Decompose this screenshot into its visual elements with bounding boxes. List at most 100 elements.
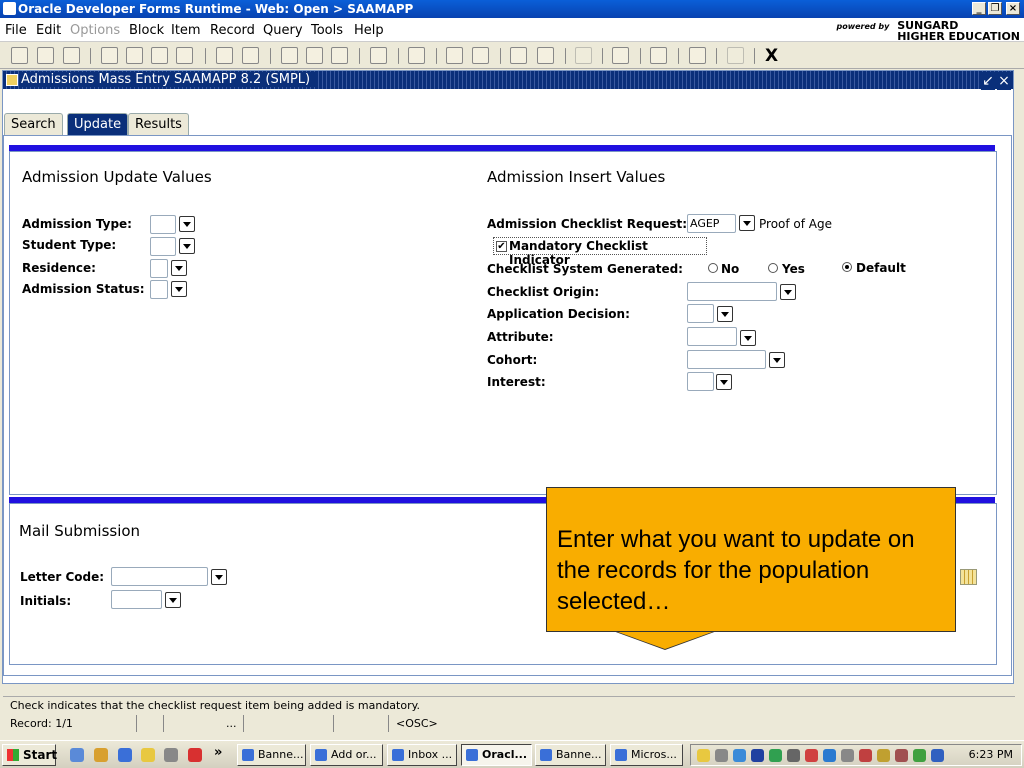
- tray-java-icon[interactable]: [733, 749, 746, 762]
- tray-nvidia-icon[interactable]: [913, 749, 926, 762]
- network-icon[interactable]: [650, 47, 667, 64]
- tray-shield-icon[interactable]: [751, 749, 764, 762]
- application-decision-dropdown[interactable]: [717, 306, 733, 322]
- tray-network-icon[interactable]: [823, 749, 836, 762]
- next-block-icon[interactable]: [176, 47, 193, 64]
- initials-field[interactable]: [111, 590, 162, 609]
- task-microsoft[interactable]: Micros...: [610, 744, 683, 766]
- execute-query-icon[interactable]: [306, 47, 323, 64]
- help-icon[interactable]: [689, 47, 706, 64]
- interest-dropdown[interactable]: [716, 374, 732, 390]
- tray-app-icon[interactable]: [805, 749, 818, 762]
- menu-block[interactable]: Block: [129, 23, 164, 38]
- residence-field[interactable]: [150, 259, 168, 278]
- calendar-icon[interactable]: [960, 569, 977, 585]
- select-icon[interactable]: [101, 47, 118, 64]
- radio-no[interactable]: [708, 263, 718, 273]
- enter-query-icon[interactable]: [281, 47, 298, 64]
- restore-button[interactable]: ❐: [988, 2, 1002, 15]
- tab-update[interactable]: Update: [67, 113, 129, 136]
- student-type-dropdown[interactable]: [179, 238, 195, 254]
- checklist-origin-dropdown[interactable]: [780, 284, 796, 300]
- quicklaunch-ie-icon[interactable]: [70, 748, 84, 762]
- save-icon[interactable]: [11, 47, 28, 64]
- menu-record[interactable]: Record: [210, 23, 255, 38]
- quicklaunch-browser-icon[interactable]: [118, 748, 132, 762]
- speaker-icon[interactable]: [575, 47, 592, 64]
- tray-wireless-icon[interactable]: [841, 749, 854, 762]
- checklist-request-field[interactable]: AGEP: [687, 214, 736, 233]
- tray-x-icon[interactable]: [859, 749, 872, 762]
- radio-default[interactable]: [842, 262, 852, 272]
- form-minimize-icon[interactable]: ↙: [981, 72, 995, 90]
- attribute-field[interactable]: [687, 327, 737, 346]
- checklist-request-dropdown[interactable]: [739, 215, 755, 231]
- menu-item[interactable]: Item: [171, 23, 201, 38]
- tray-monitor-icon[interactable]: [787, 749, 800, 762]
- form-close-icon[interactable]: ×: [997, 72, 1011, 90]
- admission-status-field[interactable]: [150, 280, 168, 299]
- crosshair-icon[interactable]: [612, 47, 629, 64]
- admission-type-field[interactable]: [150, 215, 176, 234]
- insert-record-icon[interactable]: [472, 47, 489, 64]
- previous-block-icon[interactable]: [151, 47, 168, 64]
- interest-field[interactable]: [687, 372, 714, 391]
- student-type-field[interactable]: [150, 237, 176, 256]
- tab-search[interactable]: Search: [4, 113, 63, 136]
- toolbar: [0, 43, 1024, 69]
- quicklaunch-tool-icon[interactable]: [164, 748, 178, 762]
- radio-yes[interactable]: [768, 263, 778, 273]
- task-inbox[interactable]: Inbox ...: [387, 744, 457, 766]
- start-button[interactable]: Start: [2, 744, 57, 766]
- menu-file[interactable]: File: [5, 23, 27, 38]
- tray-people-icon[interactable]: [931, 749, 944, 762]
- residence-dropdown[interactable]: [171, 260, 187, 276]
- task-banner-2[interactable]: Banne...: [535, 744, 606, 766]
- mandatory-checkbox-focus[interactable]: ✔ Mandatory Checklist Indicator: [493, 237, 707, 267]
- menu-query[interactable]: Query: [263, 23, 303, 38]
- insert-row-icon[interactable]: [510, 47, 527, 64]
- menu-options[interactable]: Options: [70, 23, 120, 38]
- attribute-dropdown[interactable]: [740, 330, 756, 346]
- task-banner-1[interactable]: Banne...: [237, 744, 306, 766]
- duplicate-icon[interactable]: [370, 47, 387, 64]
- tray-tool-icon[interactable]: [715, 749, 728, 762]
- exit-button[interactable]: X: [765, 46, 778, 66]
- initials-dropdown[interactable]: [165, 592, 181, 608]
- application-decision-field[interactable]: [687, 304, 714, 323]
- print-form-icon[interactable]: [408, 47, 425, 64]
- print-icon[interactable]: [63, 47, 80, 64]
- menu-help[interactable]: Help: [354, 23, 384, 38]
- checkbox-checked-icon[interactable]: ✔: [496, 241, 507, 252]
- task-add-or[interactable]: Add or...: [310, 744, 383, 766]
- menu-edit[interactable]: Edit: [36, 23, 61, 38]
- previous-record-icon[interactable]: [216, 47, 233, 64]
- next-record-icon[interactable]: [242, 47, 259, 64]
- letter-code-field[interactable]: [111, 567, 208, 586]
- quicklaunch-app-icon[interactable]: [188, 748, 202, 762]
- tray-globe-icon[interactable]: [769, 749, 782, 762]
- quicklaunch-more-icon[interactable]: »: [214, 745, 222, 760]
- search-icon[interactable]: [446, 47, 463, 64]
- lightbulb-icon[interactable]: [727, 47, 744, 64]
- exit-form-icon[interactable]: [126, 47, 143, 64]
- letter-code-dropdown[interactable]: [211, 569, 227, 585]
- task-oracle[interactable]: Oracl...: [461, 744, 532, 766]
- cancel-query-icon[interactable]: [331, 47, 348, 64]
- quicklaunch-outlook-icon[interactable]: [141, 748, 155, 762]
- tray-security-icon[interactable]: [895, 749, 908, 762]
- quicklaunch-messenger-icon[interactable]: [94, 748, 108, 762]
- tray-outlook-icon[interactable]: [697, 749, 710, 762]
- cohort-field[interactable]: [687, 350, 766, 369]
- menu-tools[interactable]: Tools: [311, 23, 343, 38]
- admission-status-dropdown[interactable]: [171, 281, 187, 297]
- remove-row-icon[interactable]: [537, 47, 554, 64]
- cohort-dropdown[interactable]: [769, 352, 785, 368]
- tab-results[interactable]: Results: [128, 113, 189, 136]
- admission-type-dropdown[interactable]: [179, 216, 195, 232]
- checklist-origin-field[interactable]: [687, 282, 777, 301]
- tray-pen-icon[interactable]: [877, 749, 890, 762]
- close-button[interactable]: ×: [1006, 2, 1020, 15]
- minimize-button[interactable]: _: [972, 2, 986, 15]
- rollback-icon[interactable]: [37, 47, 54, 64]
